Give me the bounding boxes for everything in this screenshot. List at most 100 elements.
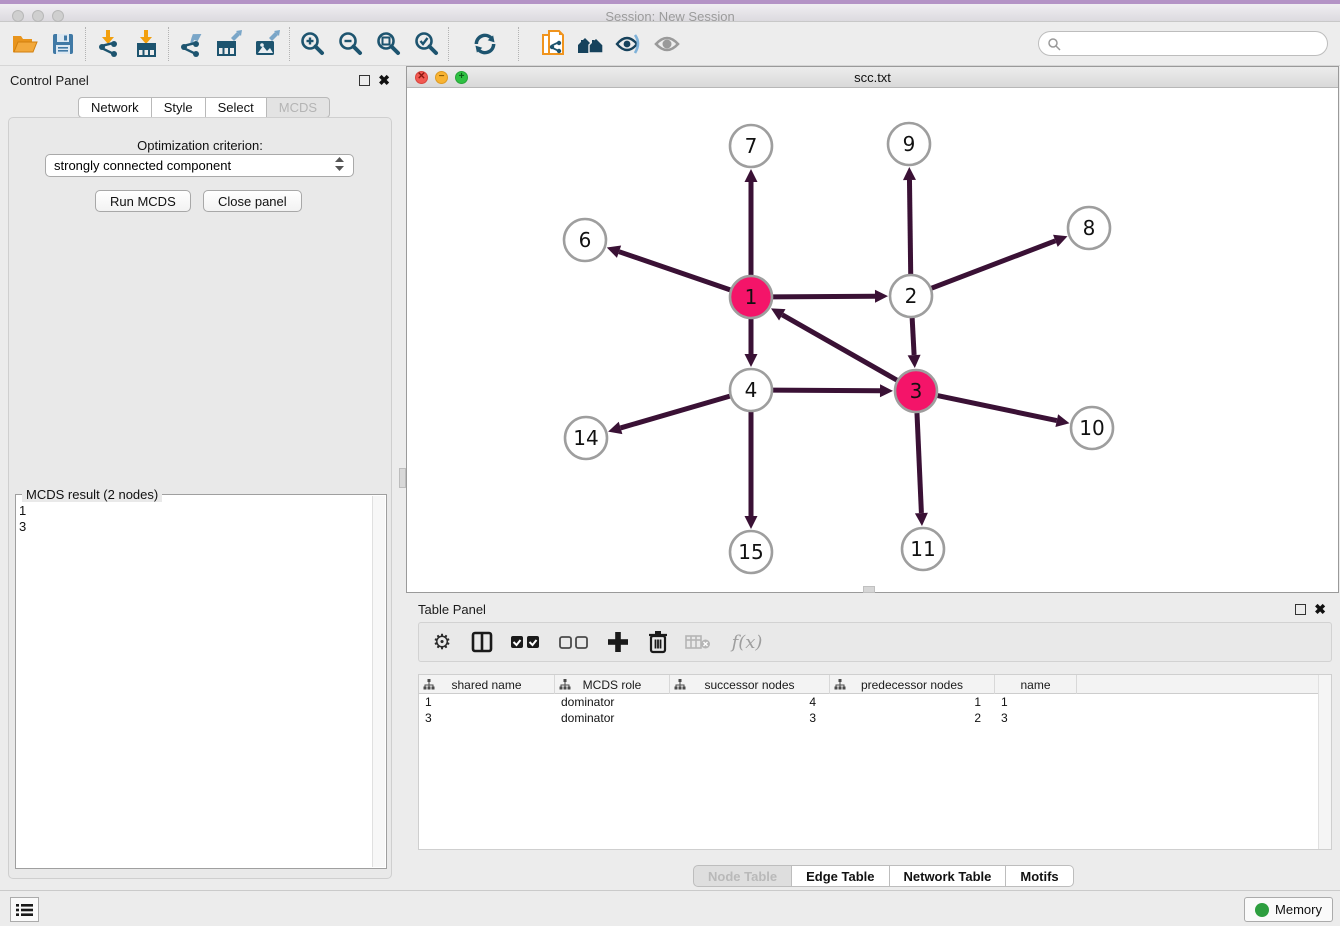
hide-eye-icon[interactable] xyxy=(610,26,648,62)
export-table-icon[interactable] xyxy=(210,26,248,62)
zoom-in-icon[interactable] xyxy=(293,26,331,62)
tab-select[interactable]: Select xyxy=(206,97,267,118)
edge-3-10[interactable] xyxy=(938,396,1057,421)
tab-node-table[interactable]: Node Table xyxy=(693,865,792,887)
table-row[interactable]: 1dominator411 xyxy=(419,694,1318,710)
tab-network-table[interactable]: Network Table xyxy=(890,865,1007,887)
search-input[interactable] xyxy=(1061,34,1327,54)
network-resize-grip[interactable] xyxy=(863,586,875,593)
edge-arrowhead xyxy=(745,516,758,529)
show-columns-icon[interactable] xyxy=(509,629,543,655)
graph-node-label: 14 xyxy=(573,426,598,450)
graph-node-label: 8 xyxy=(1083,216,1096,240)
task-history-button[interactable] xyxy=(10,897,39,922)
table-scrollbar[interactable] xyxy=(1318,675,1331,849)
edge-2-8[interactable] xyxy=(932,241,1056,288)
refresh-icon[interactable] xyxy=(466,26,504,62)
panel-splitter[interactable] xyxy=(399,66,406,890)
tree-icon xyxy=(423,679,435,690)
run-mcds-button[interactable]: Run MCDS xyxy=(95,190,191,212)
add-column-icon[interactable] xyxy=(605,629,631,655)
column-header-label: name xyxy=(1020,678,1050,692)
toolbar-separator xyxy=(168,27,169,61)
table-toolbar: ⚙ f(x) xyxy=(418,622,1332,662)
export-network-icon[interactable] xyxy=(172,26,210,62)
edge-4-14[interactable] xyxy=(621,396,730,428)
column-header-MCDS-role[interactable]: MCDS role xyxy=(555,675,670,694)
clone-network-icon[interactable] xyxy=(534,26,572,62)
open-file-icon[interactable] xyxy=(6,26,44,62)
chevron-updown-icon xyxy=(334,156,345,175)
homes-icon[interactable] xyxy=(572,26,610,62)
function-builder-icon: f(x) xyxy=(725,629,769,655)
selected-option-label: strongly connected component xyxy=(54,158,231,173)
edge-arrowhead xyxy=(607,246,621,258)
edge-1-2[interactable] xyxy=(773,296,875,297)
column-header-predecessor-nodes[interactable]: predecessor nodes xyxy=(830,675,995,694)
cell-MCDS-role[interactable]: dominator xyxy=(555,710,670,726)
table-panel-title: Table Panel xyxy=(418,602,486,617)
network-window-titlebar[interactable]: ✕ − + scc.txt xyxy=(407,67,1338,88)
edge-2-3[interactable] xyxy=(912,318,914,355)
optimization-criterion-label: Optimization criterion: xyxy=(9,138,391,153)
import-network-icon[interactable] xyxy=(89,26,127,62)
show-eye-icon[interactable] xyxy=(648,26,686,62)
cell-shared-name[interactable]: 1 xyxy=(419,694,555,710)
memory-button[interactable]: Memory xyxy=(1244,897,1333,922)
zoom-out-icon[interactable] xyxy=(331,26,369,62)
splitter-grip[interactable] xyxy=(399,468,406,488)
column-header-name[interactable]: name xyxy=(995,675,1077,694)
import-table-icon[interactable] xyxy=(127,26,165,62)
column-header-label: shared name xyxy=(451,678,521,692)
column-header-label: MCDS role xyxy=(583,678,642,692)
edge-3-11[interactable] xyxy=(917,413,921,513)
table-row[interactable]: 3dominator323 xyxy=(419,710,1318,726)
cell-name[interactable]: 3 xyxy=(995,710,1077,726)
edge-3-1[interactable] xyxy=(782,315,897,380)
cell-shared-name[interactable]: 3 xyxy=(419,710,555,726)
control-panel-title: Control Panel xyxy=(10,73,89,88)
window-titlebar: Session: New Session xyxy=(0,0,1340,22)
table-panel-tabs: Node TableEdge TableNetwork TableMotifs xyxy=(693,865,1074,887)
cell-successor-nodes[interactable]: 4 xyxy=(670,694,830,710)
cell-predecessor-nodes[interactable]: 1 xyxy=(830,694,995,710)
hide-columns-icon[interactable] xyxy=(557,629,591,655)
zoom-fit-icon[interactable] xyxy=(369,26,407,62)
tab-style[interactable]: Style xyxy=(152,97,206,118)
status-bar: Memory xyxy=(0,890,1340,926)
close-table-panel-icon[interactable]: ✖ xyxy=(1314,604,1326,615)
mcds-result-group: MCDS result (2 nodes) 1 3 xyxy=(15,494,387,869)
cell-predecessor-nodes[interactable]: 2 xyxy=(830,710,995,726)
edge-4-3[interactable] xyxy=(773,390,880,391)
edge-arrowhead xyxy=(915,513,928,526)
mcds-result-text[interactable]: 1 3 xyxy=(19,503,370,865)
optimization-criterion-select[interactable]: strongly connected component xyxy=(45,154,354,177)
tab-motifs[interactable]: Motifs xyxy=(1006,865,1073,887)
gear-icon[interactable]: ⚙ xyxy=(429,629,455,655)
tab-mcds[interactable]: MCDS xyxy=(267,97,330,118)
cell-successor-nodes[interactable]: 3 xyxy=(670,710,830,726)
toolbar-separator xyxy=(448,27,449,61)
result-scrollbar[interactable] xyxy=(372,496,385,867)
cell-MCDS-role[interactable]: dominator xyxy=(555,694,670,710)
tab-network[interactable]: Network xyxy=(78,97,152,118)
float-table-panel-icon[interactable] xyxy=(1295,604,1306,615)
save-session-icon[interactable] xyxy=(44,26,82,62)
edge-2-9[interactable] xyxy=(909,180,910,274)
zoom-selected-icon[interactable] xyxy=(407,26,445,62)
graph-node-label: 11 xyxy=(910,537,935,561)
export-image-icon[interactable] xyxy=(248,26,286,62)
column-header-successor-nodes[interactable]: successor nodes xyxy=(670,675,830,694)
tab-edge-table[interactable]: Edge Table xyxy=(792,865,889,887)
split-columns-icon[interactable] xyxy=(469,629,495,655)
column-header-shared-name[interactable]: shared name xyxy=(419,675,555,694)
float-panel-icon[interactable] xyxy=(359,75,370,86)
close-panel-button[interactable]: Close panel xyxy=(203,190,302,212)
network-canvas[interactable]: 7968124314101511 xyxy=(407,88,1338,592)
edge-arrowhead xyxy=(608,422,622,434)
edge-1-6[interactable] xyxy=(619,252,730,290)
delete-column-icon[interactable] xyxy=(645,629,671,655)
cell-name[interactable]: 1 xyxy=(995,694,1077,710)
close-panel-icon[interactable]: ✖ xyxy=(378,75,390,86)
graph-node-label: 2 xyxy=(905,284,918,308)
